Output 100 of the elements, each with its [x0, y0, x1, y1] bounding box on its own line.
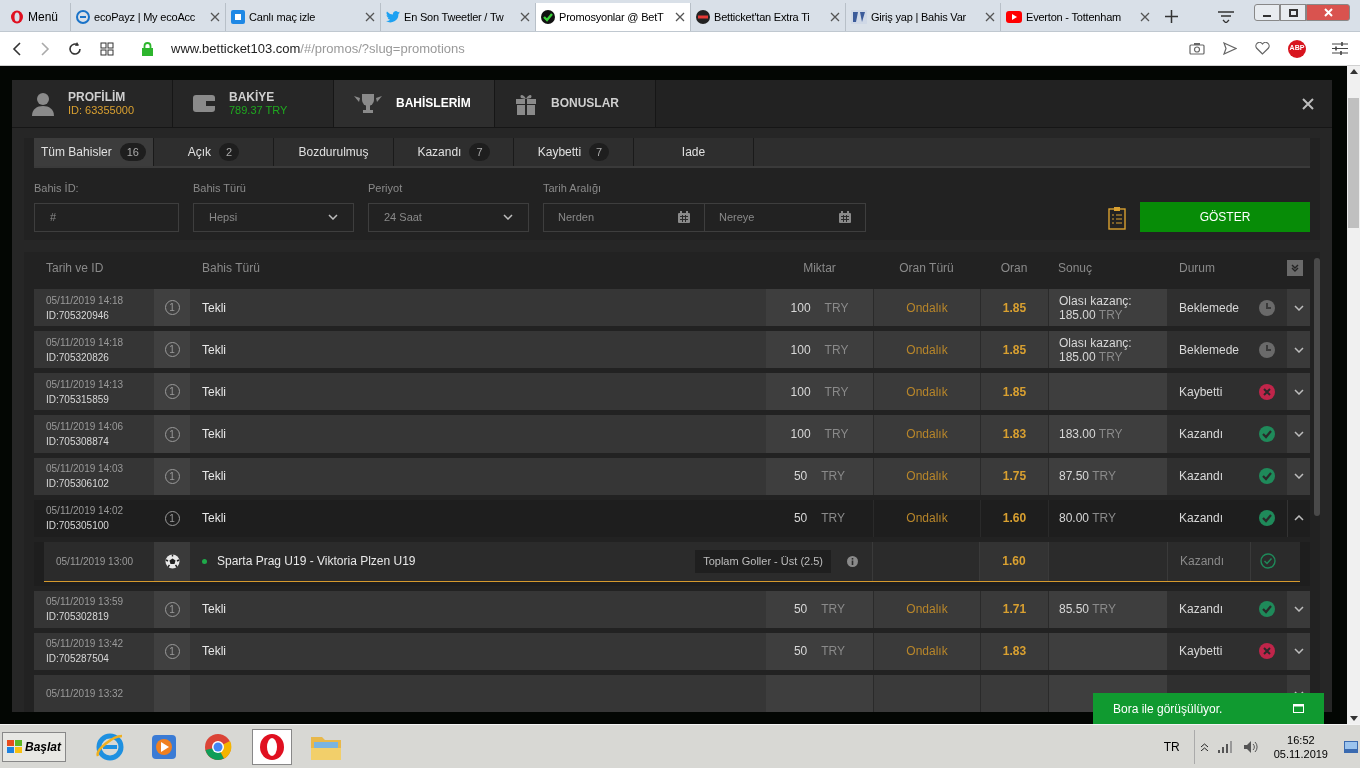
close-icon[interactable] [210, 12, 220, 22]
page-scrollbar[interactable] [1347, 66, 1360, 724]
clock-time: 16:52 [1287, 732, 1315, 747]
bet-row[interactable]: 05/11/2019 14:02 ID:705305100 1 Tekli 50 TRY Ondalık 1.60 80.00 TRY Kazandı [34, 499, 1310, 537]
minimize-button[interactable] [1254, 4, 1280, 21]
period-select[interactable]: 24 Saat [368, 202, 529, 232]
bet-type-select[interactable]: Hepsi [193, 202, 354, 232]
odds-value: 1.83 [1002, 426, 1027, 444]
heart-icon[interactable] [1255, 42, 1270, 55]
account-id: ID: 63355000 [68, 103, 135, 117]
filter-tab[interactable]: Açık 2 [154, 138, 274, 166]
filter-tab[interactable]: Kazandı 7 [394, 138, 514, 166]
bet-row[interactable]: 05/11/2019 14:06 ID:705308874 1 Tekli 100 TRY Ondalık 1.83 183.00 TRY Kazandı [34, 415, 1310, 453]
bet-row[interactable]: 05/11/2019 13:42 ID:705287504 1 Tekli 50 TRY Ondalık 1.83 Kaybetti [34, 632, 1310, 670]
collapse-all-button[interactable] [1287, 260, 1303, 277]
lock-icon [142, 41, 153, 56]
bet-status: Kaybetti [1179, 383, 1223, 401]
expand-button[interactable] [1287, 289, 1310, 327]
grid-icon[interactable] [100, 41, 114, 56]
calendar-icon [839, 211, 851, 223]
browser-tab[interactable]: Canlı maç izle [225, 3, 380, 31]
reload-icon[interactable] [68, 41, 82, 56]
expand-button[interactable] [1287, 415, 1310, 453]
tab-menu-icon[interactable] [1218, 11, 1234, 23]
chevron-up-icon[interactable] [1200, 742, 1208, 751]
balance-amount: 789.37 TRY [229, 103, 288, 117]
browser-tab[interactable]: Betticket'tan Extra Ti [690, 3, 845, 31]
odds-type: Ondalık [906, 426, 948, 444]
scrollbar-thumb[interactable] [1348, 98, 1359, 228]
filter-tab[interactable]: Tüm Bahisler 16 [34, 138, 154, 166]
bet-id-field[interactable]: # [34, 202, 179, 232]
close-icon[interactable] [1140, 12, 1150, 22]
browser-tab[interactable]: Promosyonlar @ BetT [535, 3, 690, 31]
bet-type: Tekli [202, 601, 226, 619]
bet-id: ID:705306102 [46, 477, 110, 492]
camera-icon[interactable] [1189, 42, 1205, 55]
taskbar-app[interactable] [252, 728, 293, 765]
bet-row[interactable]: 05/11/2019 14:03 ID:705306102 1 Tekli 50 TRY Ondalık 1.75 87.50 TRY Kazandı [34, 457, 1310, 495]
browser-tab[interactable]: Giriş yap | Bahis Var [845, 3, 1000, 31]
account-tab[interactable]: BONUSLAR [495, 80, 656, 127]
account-tab[interactable]: PROFİLİM ID: 63355000 [12, 80, 173, 127]
browser-tab[interactable]: Everton - Tottenham [1000, 3, 1155, 31]
filter-tab[interactable]: Kaybetti 7 [514, 138, 634, 166]
expand-button[interactable] [1287, 632, 1310, 670]
address-field[interactable]: www.betticket103.com/#/promos/?slug=promotions [171, 38, 1171, 59]
speaker-icon[interactable] [1243, 740, 1258, 753]
bet-row[interactable]: 05/11/2019 14:18 ID:705320946 1 Tekli 100 TRY Ondalık 1.85 Olası kazanç: 185.00 TRY Beklemede [34, 289, 1310, 327]
account-tab[interactable]: BAKİYE 789.37 TRY [173, 80, 334, 127]
expand-button[interactable] [1287, 457, 1310, 495]
result-amount: 185.00 TRY [1059, 307, 1123, 322]
start-button[interactable]: Başlat [2, 731, 67, 762]
send-icon[interactable] [1223, 42, 1237, 55]
bet-date: 05/11/2019 14:02 [46, 504, 125, 519]
close-window-button[interactable] [1306, 4, 1350, 21]
bet-date: 05/11/2019 14:18 [46, 335, 125, 350]
close-icon[interactable] [1302, 97, 1314, 110]
chat-toast[interactable]: Bora ile görüşülüyor. [1093, 693, 1324, 724]
filter-tab[interactable]: Iade [634, 138, 754, 166]
expand-button[interactable] [1287, 331, 1310, 369]
new-tab-icon[interactable] [1165, 10, 1178, 23]
language-indicator[interactable]: TR [1163, 737, 1180, 756]
expand-button[interactable] [1287, 499, 1310, 537]
show-button[interactable]: GÖSTER [1140, 201, 1310, 232]
scroll-up-icon[interactable] [1349, 69, 1358, 74]
close-icon[interactable] [365, 12, 375, 22]
clock-icon [1259, 299, 1275, 316]
menu-button[interactable]: Menü [4, 3, 70, 31]
desktop-icon[interactable] [1344, 740, 1358, 753]
info-icon[interactable] [847, 555, 858, 567]
bet-id: ID:705302819 [46, 610, 110, 625]
bet-row[interactable]: 05/11/2019 14:13 ID:705315859 1 Tekli 100 TRY Ondalık 1.85 Kaybetti [34, 373, 1310, 411]
close-icon[interactable] [520, 12, 530, 22]
restore-button[interactable] [1280, 4, 1306, 21]
bet-row[interactable]: 05/11/2019 14:18 ID:705320826 1 Tekli 100 TRY Ondalık 1.85 Olası kazanç: 185.00 TRY Beklemede [34, 331, 1310, 369]
bet-type: Tekli [202, 643, 226, 661]
back-icon[interactable] [12, 41, 22, 56]
windows-logo-icon [7, 739, 23, 754]
from-date-field[interactable]: Nerden [543, 202, 705, 232]
gift-icon [515, 92, 537, 115]
column-header: Bahis Türü [201, 260, 261, 278]
scroll-down-icon[interactable] [1349, 716, 1358, 721]
bet-status: Kazandı [1179, 426, 1224, 444]
bet-amount: 50 [793, 468, 808, 486]
to-date-field[interactable]: Nereye [705, 202, 866, 232]
close-icon[interactable] [985, 12, 995, 22]
expand-button[interactable] [1287, 373, 1310, 411]
close-icon[interactable] [675, 12, 685, 22]
currency: TRY [821, 510, 846, 528]
close-icon[interactable] [830, 12, 840, 22]
account-tab[interactable]: BAHİSLERİM [334, 80, 495, 127]
clipboard-icon[interactable] [1108, 205, 1126, 230]
bet-type: Tekli [202, 383, 226, 401]
bet-row[interactable]: 05/11/2019 13:59 ID:705302819 1 Tekli 50 TRY Ondalık 1.71 85.50 TRY Kazandı [34, 590, 1310, 628]
settings-icon[interactable] [1332, 42, 1348, 55]
scrollbar-thumb[interactable] [1314, 258, 1320, 516]
expand-button[interactable] [1287, 590, 1310, 628]
odds-value: 1.75 [1002, 468, 1027, 486]
browser-tab[interactable]: ecoPayz | My ecoAcc [70, 3, 225, 31]
odds-type: Ondalık [906, 468, 948, 486]
filter-tab[interactable]: Bozdurulmuş [274, 138, 394, 166]
